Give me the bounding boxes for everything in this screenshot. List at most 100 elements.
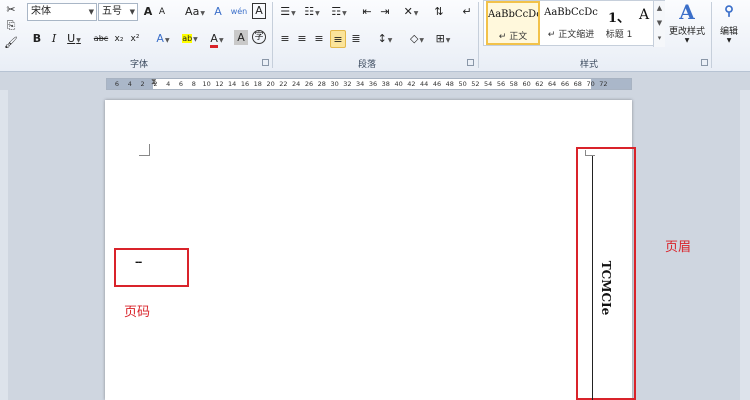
highlight-color-button[interactable]: ab▼ [178, 30, 202, 48]
ruler-tick-label: 28 [317, 80, 326, 88]
character-border-button[interactable]: A [252, 3, 266, 19]
copy-icon[interactable]: ⎘ [4, 17, 18, 35]
chevron-down-icon: ▼ [726, 37, 732, 44]
font-color-button[interactable]: A▼ [206, 30, 228, 48]
superscript-button[interactable]: x² [128, 30, 142, 48]
style-caption: ↵ 正文 [498, 32, 528, 42]
header-annotation: 页眉 [665, 240, 692, 255]
subscript-button[interactable]: x₂ [112, 30, 126, 48]
shading-button[interactable]: ◇▼ [406, 30, 428, 48]
group-labels: 字体 段落 样式 [0, 57, 750, 71]
increase-indent-button[interactable]: ⇥ [378, 3, 392, 21]
margin-corner-mark [139, 144, 150, 156]
format-painter-icon[interactable]: 🖌 [4, 34, 18, 52]
ruler-tick-label: 8 [191, 80, 196, 88]
change-styles-button[interactable]: A 更改样式 ▼ [666, 0, 708, 44]
ruler-tick-label: 68 [573, 80, 582, 88]
character-shading-button[interactable]: A [234, 30, 248, 45]
ribbon: ✂ ⎘ 🖌 宋体 ▼ 五号 ▼ A A Aa▼ A wén A B I U▼ a… [0, 0, 750, 72]
change-styles-label: 更改样式 [668, 27, 705, 37]
bold-button[interactable]: B [30, 30, 44, 48]
bullets-button[interactable]: ☰▼ [278, 3, 298, 21]
chevron-down-icon[interactable]: ▼ [654, 16, 665, 31]
ruler-right-margin [591, 79, 631, 89]
style-heading-1[interactable]: 1、 标题 1 [601, 1, 637, 45]
font-name-combo[interactable]: 宋体 ▼ [27, 3, 97, 21]
ruler-tick-label: 18 [253, 80, 262, 88]
dialog-launcher-icon[interactable] [467, 59, 474, 66]
distributed-button[interactable]: ≣ [349, 30, 363, 48]
style-more[interactable]: A [634, 1, 654, 45]
ruler-tick-label: 70 [586, 80, 595, 88]
gallery-scroll[interactable]: ▲ ▼ ▾ [653, 1, 665, 47]
ruler-tick-label: 58 [509, 80, 518, 88]
pinyin-guide-button[interactable]: wén [230, 3, 248, 21]
horizontal-ruler[interactable]: 6 4 2 2 4 6 8 10 12 14 16 18 20 22 24 26 28 30 32 34 36 38 40 4… [106, 77, 632, 90]
style-caption: 标题 1 [605, 30, 633, 40]
font-name-value: 宋体 [31, 6, 51, 17]
enclose-characters-button[interactable]: 字 [252, 30, 266, 44]
page-number-annotation: 页码 [124, 305, 151, 320]
numbering-button[interactable]: ☷▼ [302, 3, 322, 21]
shrink-font-button[interactable]: A [156, 3, 168, 21]
grow-font-button[interactable]: A [141, 3, 155, 21]
styles-group-label: 样式 [580, 60, 599, 70]
ruler-tick-label: 56 [496, 80, 506, 88]
borders-button[interactable]: ⊞▼ [432, 30, 454, 48]
dialog-launcher-icon[interactable] [262, 59, 269, 66]
align-left-button[interactable]: ≡ [278, 30, 292, 48]
chevron-down-icon: ▼ [129, 8, 135, 16]
ruler-tick-label: 10 [202, 80, 211, 88]
chevron-up-icon[interactable]: ▲ [654, 1, 665, 16]
ruler-tick-label: 64 [548, 80, 557, 88]
editing-label: 编辑 [719, 27, 738, 37]
ruler-tick-label: 24 [292, 80, 301, 88]
show-marks-button[interactable]: ↵ [460, 3, 474, 21]
ruler-tick-label: 4 [166, 80, 171, 88]
header-text[interactable]: TCMCIe [599, 261, 613, 316]
justify-button[interactable]: ≡ [330, 30, 346, 48]
strikethrough-button[interactable]: abc [92, 30, 110, 48]
font-size-value: 五号 [102, 6, 122, 17]
ruler-tick-label: 4 [127, 80, 132, 88]
ruler-tick-label: 54 [484, 80, 493, 88]
ruler-tick-label: 72 [599, 80, 608, 88]
ruler-tick-label: 26 [304, 80, 314, 88]
align-center-button[interactable]: ≡ [295, 30, 309, 48]
multilevel-list-button[interactable]: ☶▼ [328, 3, 350, 21]
style-body-indent[interactable]: AaBbCcDc ↵ 正文缩进 [544, 1, 598, 45]
ruler-tick-label: 32 [343, 80, 352, 88]
ruler-tick-label: 46 [432, 80, 442, 88]
ruler-tick-label: 62 [535, 80, 544, 88]
line-spacing-button[interactable]: ↕▼ [374, 30, 396, 48]
clear-formatting-button[interactable]: A [211, 3, 225, 21]
underline-button[interactable]: U▼ [64, 30, 84, 48]
editing-button[interactable]: ⚲ 编辑 ▼ [714, 0, 744, 44]
sort-button[interactable]: ⇅ [432, 3, 446, 21]
ruler-tick-label: 38 [381, 80, 390, 88]
more-icon[interactable]: ▾ [654, 31, 665, 46]
ruler-tick-label: 34 [356, 80, 365, 88]
scrollbar[interactable] [740, 90, 750, 400]
ruler-tick-label: 44 [420, 80, 429, 88]
paragraph-group-label: 段落 [358, 60, 377, 70]
font-group-label: 字体 [130, 60, 149, 70]
chinese-layout-button[interactable]: ✕▼ [400, 3, 422, 21]
ruler-tick-label: 66 [560, 80, 570, 88]
ruler-tick-label: 22 [279, 80, 288, 88]
font-size-combo[interactable]: 五号 ▼ [98, 3, 138, 21]
style-normal[interactable]: AaBbCcDc ↵ 正文 [486, 1, 540, 45]
chevron-down-icon: ▼ [684, 37, 690, 44]
decrease-indent-button[interactable]: ⇤ [360, 3, 374, 21]
ruler-tick-label: 30 [330, 80, 339, 88]
style-sample: AaBbCcDc [544, 7, 598, 18]
indent-marker-icon[interactable]: ⧗ [151, 77, 157, 87]
text-effects-button[interactable]: A▼ [152, 30, 174, 48]
change-case-button[interactable]: Aa▼ [183, 3, 207, 21]
page-number-field[interactable]: -- [135, 257, 142, 268]
dialog-launcher-icon[interactable] [701, 59, 708, 66]
align-right-button[interactable]: ≡ [312, 30, 326, 48]
italic-button[interactable]: I [47, 30, 61, 48]
binoculars-icon: ⚲ [724, 4, 734, 19]
ruler-tick-label: 12 [215, 80, 224, 88]
